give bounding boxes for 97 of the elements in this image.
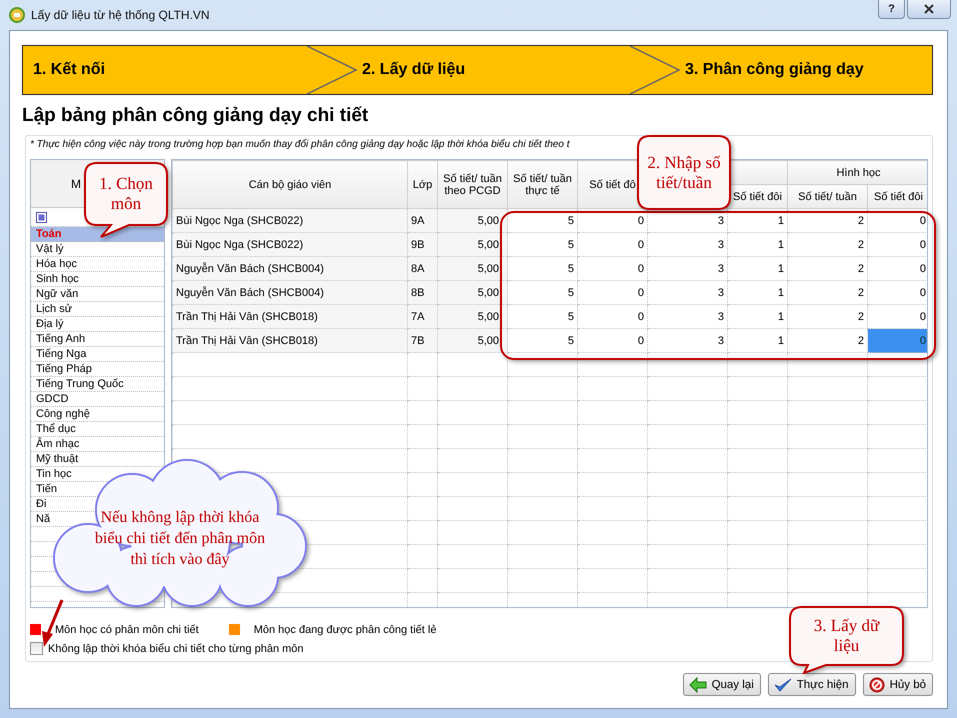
note-text: * Thực hiện công việc này trong trường hợp bạn muốn thay đổi phân công giảng dạy hoặc lập thời khóa biểu chi tiết theo t bbox=[30, 139, 571, 152]
table-cell[interactable]: 1 bbox=[728, 304, 788, 329]
checkbox[interactable] bbox=[30, 642, 43, 656]
table-cell[interactable]: 3 bbox=[648, 280, 728, 305]
table-cell[interactable]: 8B bbox=[408, 280, 438, 305]
subject-item[interactable]: Công nghệ bbox=[36, 408, 90, 420]
table-cell[interactable]: 1 bbox=[728, 208, 788, 233]
table-cell[interactable]: Trần Thị Hải Vân (SHCB018) bbox=[172, 304, 408, 329]
table-cell[interactable]: 8A bbox=[408, 256, 438, 281]
table-cell[interactable]: 9A bbox=[408, 208, 438, 233]
table-cell[interactable]: 2 bbox=[788, 208, 868, 233]
table-cell[interactable]: 0 bbox=[578, 304, 648, 329]
table-cell[interactable]: 5 bbox=[508, 280, 578, 305]
subject-item[interactable]: Tiếng Nga bbox=[36, 348, 86, 360]
table-cell[interactable]: 2 bbox=[788, 256, 868, 281]
callout-text: 1. Chọn môn bbox=[98, 174, 154, 214]
subject-item[interactable]: Âm nhạc bbox=[36, 438, 80, 450]
table-cell[interactable]: 5 bbox=[508, 232, 578, 257]
subject-item[interactable]: Thể dục bbox=[36, 423, 76, 436]
checkbox-label: Không lập thời khóa biểu chi tiết cho từng phân môn bbox=[48, 642, 304, 655]
step-label: 3. Phân công giảng dạy bbox=[685, 61, 864, 79]
table-cell[interactable]: 5,00 bbox=[438, 256, 508, 281]
cancel-button[interactable]: Hủy bỏ bbox=[862, 673, 933, 696]
step-separator bbox=[629, 46, 681, 94]
table-cell[interactable]: 0 bbox=[578, 280, 648, 305]
column-header: Số tiết/ tuần thực tế bbox=[508, 160, 578, 209]
column-header: Số tiết đôi bbox=[868, 184, 927, 209]
callout-text: 3. Lấy dữ liệu bbox=[812, 616, 881, 656]
table-cell[interactable]: 5 bbox=[508, 304, 578, 329]
subject-item[interactable]: Hóa học bbox=[36, 258, 77, 270]
step-label: 2. Lấy dữ liệu bbox=[362, 61, 466, 79]
select-all-icon bbox=[36, 212, 47, 223]
subject-item[interactable]: Tiếng Pháp bbox=[36, 363, 92, 376]
table-cell[interactable]: 2 bbox=[788, 304, 868, 329]
step-label: 1. Kết nối bbox=[33, 61, 106, 79]
help-button[interactable]: ? bbox=[878, 0, 905, 19]
subject-item[interactable]: Ngữ văn bbox=[36, 288, 78, 300]
table-cell[interactable]: 3 bbox=[648, 256, 728, 281]
table-cell[interactable]: 0 bbox=[578, 232, 648, 257]
callout-text: Nếu không lập thời khóa biểu chi tiết đến phân môn thì tích vào đây bbox=[94, 508, 266, 570]
subject-item[interactable]: Sinh học bbox=[36, 273, 79, 286]
close-icon bbox=[924, 4, 934, 14]
subject-item[interactable]: Nă bbox=[36, 513, 50, 526]
app-icon bbox=[9, 7, 25, 23]
subject-item[interactable]: Tiến bbox=[36, 483, 57, 496]
no-entry-icon bbox=[868, 676, 885, 692]
group-header: Hình học bbox=[788, 160, 927, 185]
table-cell[interactable]: 5,00 bbox=[438, 208, 508, 233]
check-icon bbox=[774, 676, 792, 692]
legend-label: Môn học có phân môn chi tiết bbox=[55, 624, 199, 636]
table-cell[interactable]: 1 bbox=[728, 232, 788, 257]
subject-item[interactable]: Vật lý bbox=[36, 243, 64, 256]
subject-item[interactable]: Lịch sử bbox=[36, 303, 72, 316]
table-cell[interactable]: 9B bbox=[408, 232, 438, 257]
table-cell[interactable]: 5,00 bbox=[438, 280, 508, 305]
subject-item[interactable]: Tin học bbox=[36, 468, 72, 480]
table-cell[interactable]: Bùi Ngọc Nga (SHCB022) bbox=[172, 232, 408, 257]
subject-item[interactable]: Tiếng Trung Quốc bbox=[36, 378, 124, 390]
table-cell[interactable]: 1 bbox=[728, 280, 788, 305]
subject-item[interactable]: Đi bbox=[36, 498, 46, 510]
table-cell[interactable]: 7A bbox=[408, 304, 438, 329]
table-cell[interactable]: 5,00 bbox=[438, 232, 508, 257]
left-arrow-icon bbox=[688, 676, 707, 692]
table-cell[interactable]: 3 bbox=[648, 232, 728, 257]
column-header: Số tiết đôi bbox=[728, 184, 788, 209]
table-cell[interactable]: 0 bbox=[868, 328, 927, 353]
table-cell[interactable]: 5,00 bbox=[438, 328, 508, 353]
subject-item[interactable]: Địa lý bbox=[36, 318, 64, 330]
callout-text: 2. Nhập số tiết/tuần bbox=[646, 152, 722, 192]
column-header: Số tiết/ tuần theo PCGD bbox=[438, 160, 508, 209]
table-cell[interactable]: 3 bbox=[648, 304, 728, 329]
column-header: Lớp bbox=[408, 160, 438, 209]
table-cell[interactable]: Nguyễn Văn Bách (SHCB004) bbox=[172, 256, 408, 281]
column-header: Cán bộ giáo viên bbox=[172, 160, 408, 209]
table-cell[interactable]: Nguyễn Văn Bách (SHCB004) bbox=[172, 280, 408, 305]
table-cell[interactable]: 1 bbox=[728, 256, 788, 281]
back-button[interactable]: Quay lại bbox=[682, 673, 761, 696]
subject-item[interactable]: Tiếng Anh bbox=[36, 333, 86, 346]
table-cell[interactable]: 2 bbox=[788, 280, 868, 305]
subject-item[interactable]: Mỹ thuật bbox=[36, 453, 78, 466]
table-cell[interactable]: 5,00 bbox=[438, 304, 508, 329]
column-header: Số tiết/ tuần bbox=[788, 184, 868, 209]
subject-item[interactable]: GDCD bbox=[36, 393, 68, 406]
confirm-button[interactable]: Thực hiện bbox=[768, 673, 856, 696]
table-cell[interactable]: 5 bbox=[508, 208, 578, 233]
table-cell[interactable]: 0 bbox=[578, 256, 648, 281]
window-title: Lấy dữ liệu từ hệ thống QLTH.VN bbox=[31, 8, 210, 22]
close-button[interactable] bbox=[907, 0, 951, 19]
table-cell[interactable]: 5 bbox=[508, 256, 578, 281]
table-cell[interactable]: Trần Thị Hải Vân (SHCB018) bbox=[172, 328, 408, 353]
legend-label: Môn học đang được phân công tiết lẻ bbox=[254, 624, 436, 636]
table-cell[interactable]: 7B bbox=[408, 328, 438, 353]
page-heading: Lập bảng phân công giảng dạy chi tiết bbox=[22, 105, 370, 128]
step-separator bbox=[306, 46, 358, 94]
table-cell[interactable]: Bùi Ngọc Nga (SHCB022) bbox=[172, 208, 408, 233]
column-header: M bbox=[71, 176, 81, 191]
table-cell[interactable]: 2 bbox=[788, 232, 868, 257]
